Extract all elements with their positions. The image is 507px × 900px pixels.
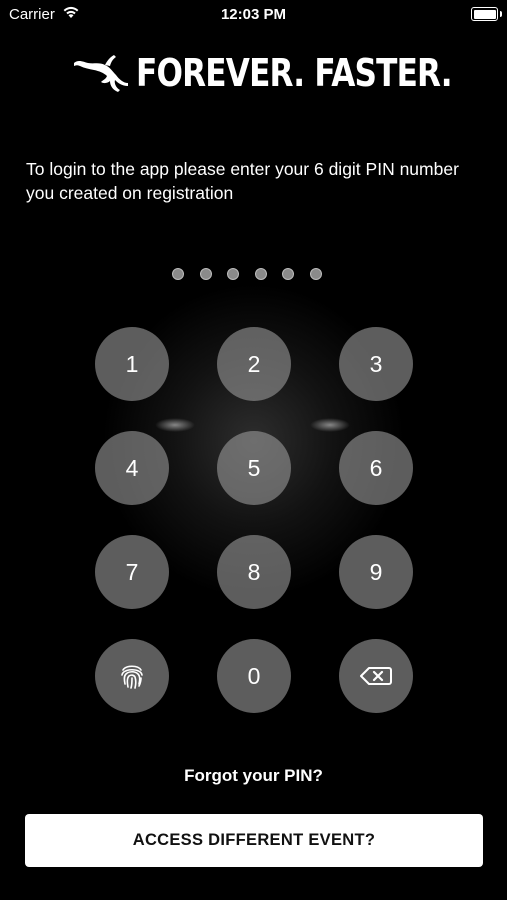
key-3[interactable]: 3 — [339, 327, 413, 401]
key-9[interactable]: 9 — [339, 535, 413, 609]
pin-indicator — [172, 268, 322, 280]
brand-logo: FOREVER. FASTER. — [72, 48, 507, 98]
puma-cat-icon — [74, 55, 128, 92]
pin-dot — [172, 268, 184, 280]
status-bar: Carrier 12:03 PM — [0, 0, 507, 28]
panther-eye-left — [155, 418, 195, 432]
key-0[interactable]: 0 — [217, 639, 291, 713]
key-5[interactable]: 5 — [217, 431, 291, 505]
key-8[interactable]: 8 — [217, 535, 291, 609]
login-instructions: To login to the app please enter your 6 … — [26, 159, 459, 203]
key-2[interactable]: 2 — [217, 327, 291, 401]
pin-login-screen: Carrier 12:03 PM FOREVER. FASTER. To log… — [0, 0, 507, 900]
access-different-event-button[interactable]: ACCESS DIFFERENT EVENT? — [25, 814, 483, 867]
battery-icon — [471, 7, 502, 21]
key-6[interactable]: 6 — [339, 431, 413, 505]
forgot-pin-link[interactable]: Forgot your PIN? — [0, 766, 507, 786]
panther-eye-right — [310, 418, 350, 432]
pin-dot — [227, 268, 239, 280]
pin-dot — [254, 268, 267, 280]
brand-tagline: FOREVER. FASTER. — [136, 51, 453, 95]
pin-dot — [199, 268, 212, 280]
clock: 12:03 PM — [220, 6, 287, 23]
fingerprint-icon — [121, 665, 143, 689]
pin-dot — [282, 268, 294, 280]
key-1[interactable]: 1 — [95, 327, 169, 401]
fingerprint-button[interactable] — [95, 639, 169, 713]
key-7[interactable]: 7 — [95, 535, 169, 609]
delete-button[interactable] — [339, 639, 413, 713]
key-4[interactable]: 4 — [95, 431, 169, 505]
backspace-icon — [360, 667, 392, 685]
pin-dot — [309, 268, 322, 280]
